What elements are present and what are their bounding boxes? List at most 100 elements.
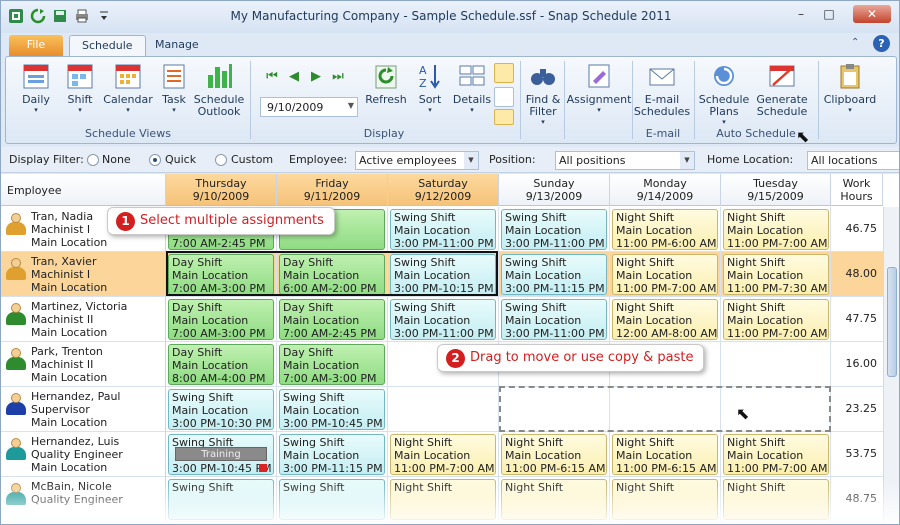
day-cell[interactable]: Swing Shift xyxy=(277,477,388,522)
shift-assignment[interactable]: Swing Shift Main Location 3:00 PM-11:00 PM xyxy=(390,299,496,340)
shift-assignment[interactable]: Night Shift xyxy=(501,479,607,520)
day-cell[interactable]: Swing Shift Main Location 3:00 PM-11:00 PM xyxy=(499,297,610,342)
shift-assignment[interactable]: Swing Shift Main Location 3:00 PM-11:15 PM xyxy=(279,434,385,475)
shift-assignment[interactable]: Night Shift Main Location 11:00 PM-6:15 AM xyxy=(612,434,718,475)
day-cell[interactable]: Swing Shift Main Location 3:00 PM-11:00 PM xyxy=(499,207,610,252)
filter-custom-radio[interactable] xyxy=(215,154,227,166)
minimize-button[interactable]: – xyxy=(789,5,813,23)
shift-assignment[interactable]: Night Shift Main Location 11:00 PM-7:30 AM xyxy=(723,254,829,295)
day-cell[interactable]: Day Shift Main Location 7:00 AM-2:45 PM xyxy=(277,297,388,342)
filter-quick-radio[interactable] xyxy=(149,154,161,166)
day-cell[interactable]: Swing Shift Main Location 3:00 PM-11:00 PM xyxy=(388,207,499,252)
employee-cell[interactable]: Martinez, Victoria Machinist II Main Locat… xyxy=(1,297,166,342)
shift-assignment[interactable]: Swing Shift 3:00 PM-10:45 PM Training xyxy=(168,434,274,475)
day-cell[interactable]: Swing Shift Main Location 3:00 PM-11:15 PM xyxy=(277,432,388,477)
shift-assignment[interactable]: Swing Shift xyxy=(168,479,274,520)
shift-assignment[interactable]: Swing Shift Main Location 3:00 PM-10:15 PM xyxy=(390,254,496,295)
help-icon[interactable]: ? xyxy=(873,35,890,52)
day-cell[interactable]: Swing Shift Main Location 3:00 PM-11:15 PM xyxy=(499,252,610,297)
day-cell[interactable]: Night Shift Main Location 11:00 PM-7:00 AM xyxy=(721,297,831,342)
employee-column-header[interactable]: Employee xyxy=(1,174,166,206)
shift-assignment[interactable]: Night Shift Main Location 11:00 PM-7:00 AM xyxy=(723,299,829,340)
day-cell[interactable]: Swing Shift Main Location 3:00 PM-10:45 PM xyxy=(277,387,388,432)
shift-assignment[interactable]: Night Shift Main Location 11:00 PM-7:00 AM xyxy=(612,254,718,295)
day-cell[interactable]: Night Shift Main Location 11:00 PM-7:00 AM xyxy=(388,432,499,477)
day-cell[interactable]: Day Shift Main Location 7:00 AM-3:00 PM xyxy=(166,297,277,342)
shift-assignment[interactable]: Day Shift Main Location 6:00 AM-2:00 PM xyxy=(279,254,385,295)
shift-assignment[interactable]: Day Shift Main Location 8:00 AM-4:00 PM xyxy=(168,344,274,385)
employee-cell[interactable]: McBain, Nicole Quality Engineer xyxy=(1,477,166,522)
collapse-ribbon-icon[interactable]: ⌃ xyxy=(851,37,859,48)
day-cell[interactable]: Day Shift Main Location 7:00 AM-3:00 PM xyxy=(166,252,277,297)
shift-assignment[interactable]: Day Shift Main Location 7:00 AM-3:00 PM xyxy=(279,344,385,385)
shift-assignment[interactable]: Day Shift Main Location 7:00 AM-3:00 PM xyxy=(168,254,274,295)
first-page-icon[interactable]: ⏮ xyxy=(264,69,280,84)
shift-assignment[interactable]: Swing Shift Main Location 3:00 PM-11:15 PM xyxy=(501,254,607,295)
shift-assignment[interactable]: Night Shift Main Location 11:00 PM-6:00 AM xyxy=(612,209,718,250)
day-cell[interactable]: Night Shift xyxy=(499,477,610,522)
work-hours-header[interactable]: Work Hours xyxy=(831,174,883,206)
position-filter-select[interactable]: All positions ▼ xyxy=(555,151,695,170)
day-header[interactable]: Sunday 9/13/2009 xyxy=(499,174,610,206)
vertical-scrollbar[interactable] xyxy=(883,207,899,524)
day-cell[interactable]: Night Shift Main Location 11:00 PM-6:00 AM xyxy=(610,207,721,252)
maximize-button[interactable]: □ xyxy=(817,5,841,23)
day-cell[interactable] xyxy=(721,342,831,387)
clipboard-button[interactable]: Clipboard ▾ xyxy=(818,61,882,114)
day-cell[interactable]: Swing Shift 3:00 PM-10:45 PM Training xyxy=(166,432,277,477)
calendar-button[interactable]: Calendar ▾ xyxy=(102,61,154,114)
shift-assignment[interactable]: Swing Shift Main Location 3:00 PM-10:30 PM xyxy=(168,389,274,430)
schedule-plans-button[interactable]: Schedule Plans ▾ xyxy=(698,61,750,126)
shift-assignment[interactable]: Night Shift Main Location 11:00 PM-7:00 AM xyxy=(723,209,829,250)
day-cell[interactable]: Day Shift Main Location 6:00 AM-2:00 PM xyxy=(277,252,388,297)
daily-button[interactable]: Daily ▾ xyxy=(16,61,56,114)
day-cell[interactable]: Swing Shift Main Location 3:00 PM-11:00 PM xyxy=(388,297,499,342)
employee-row[interactable]: Hernandez, Paul Supervisor Main Location Sw… xyxy=(1,387,883,432)
tab-file[interactable]: File xyxy=(9,35,63,57)
employee-cell[interactable]: Park, Trenton Machinist II Main Location xyxy=(1,342,166,387)
shift-assignment[interactable]: Day Shift Main Location 7:00 AM-3:00 PM xyxy=(168,299,274,340)
next-icon[interactable]: ▶ xyxy=(308,69,324,84)
day-cell[interactable]: Night Shift Main Location 11:00 PM-6:15 AM xyxy=(499,432,610,477)
last-page-icon[interactable]: ⏭ xyxy=(330,69,346,84)
shift-assignment[interactable]: Night Shift xyxy=(723,479,829,520)
assignment-button[interactable]: Assignment ▾ xyxy=(567,61,631,114)
shift-assignment[interactable]: Night Shift Main Location 11:00 PM-6:15 AM xyxy=(501,434,607,475)
note-toggle-icon[interactable] xyxy=(494,109,514,125)
shift-assignment[interactable]: Swing Shift Main Location 3:00 PM-11:00 PM xyxy=(390,209,496,250)
employee-row[interactable]: Hernandez, Luis Quality Engineer Main Loca… xyxy=(1,432,883,477)
day-header[interactable]: Thursday 9/10/2009 xyxy=(166,174,277,206)
shift-assignment[interactable]: Swing Shift xyxy=(279,479,385,520)
tab-manage[interactable]: Manage xyxy=(143,35,211,57)
day-cell[interactable]: Swing Shift Main Location 3:00 PM-10:15 PM xyxy=(388,252,499,297)
day-cell[interactable]: Night Shift Main Location 12:00 AM-8:00 AM xyxy=(610,297,721,342)
day-cell[interactable]: Day Shift Main Location 7:00 AM-3:00 PM xyxy=(277,342,388,387)
employee-filter-select[interactable]: Active employees ▼ xyxy=(355,151,479,170)
day-cell[interactable] xyxy=(499,387,610,432)
day-cell[interactable]: Night Shift Main Location 11:00 PM-6:15 AM xyxy=(610,432,721,477)
shift-assignment[interactable]: Night Shift xyxy=(612,479,718,520)
day-header[interactable]: Tuesday 9/15/2009 xyxy=(721,174,831,206)
shift-assignment[interactable]: Day Shift Main Location 7:00 AM-2:45 PM xyxy=(279,299,385,340)
day-cell[interactable]: Night Shift Main Location 11:00 PM-7:00 AM xyxy=(721,432,831,477)
employee-cell[interactable]: Hernandez, Paul Supervisor Main Location xyxy=(1,387,166,432)
day-cell[interactable] xyxy=(610,387,721,432)
day-cell[interactable]: Swing Shift Main Location 3:00 PM-10:30 PM xyxy=(166,387,277,432)
layout-toggle-icon[interactable] xyxy=(494,63,514,83)
tab-schedule[interactable]: Schedule xyxy=(69,35,146,57)
day-cell[interactable]: Night Shift xyxy=(610,477,721,522)
day-cell[interactable]: Swing Shift xyxy=(166,477,277,522)
day-header[interactable]: Friday 9/11/2009 xyxy=(277,174,388,206)
generate-schedule-button[interactable]: Generate Schedule xyxy=(754,61,810,118)
email-schedules-button[interactable]: E-mail Schedules xyxy=(634,61,690,118)
employee-row[interactable]: Tran, Xavier Machinist I Main Location Day … xyxy=(1,252,883,297)
employee-row[interactable]: Martinez, Victoria Machinist II Main Locat… xyxy=(1,297,883,342)
shift-assignment[interactable]: Night Shift Main Location 11:00 PM-7:00 AM xyxy=(390,434,496,475)
shift-assignment[interactable]: Night Shift Main Location 11:00 PM-7:00 AM xyxy=(723,434,829,475)
day-cell[interactable]: Day Shift Main Location 8:00 AM-4:00 PM xyxy=(166,342,277,387)
day-cell[interactable]: Night Shift xyxy=(721,477,831,522)
date-picker[interactable]: 9/10/2009 ▼ xyxy=(260,97,358,117)
refresh-button[interactable]: Refresh xyxy=(364,61,408,106)
shift-assignment[interactable]: Night Shift Main Location 12:00 AM-8:00 AM xyxy=(612,299,718,340)
shift-assignment[interactable]: Swing Shift Main Location 3:00 PM-11:00 PM xyxy=(501,299,607,340)
